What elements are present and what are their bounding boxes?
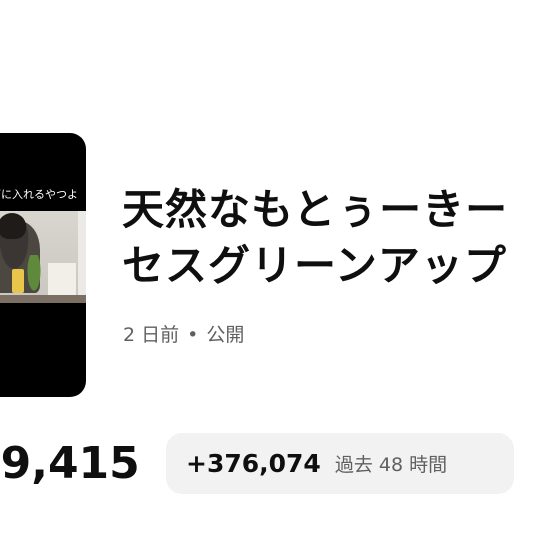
video-meta: 2 日前 • 公開 (123, 321, 244, 349)
video-title-line-2: セスグリーンアップ (122, 241, 507, 290)
upload-time: 2 日前 (123, 324, 180, 346)
view-count: 79,415 (0, 438, 140, 489)
recent-views-period: 過去 48 時間 (334, 454, 448, 476)
meta-separator: • (187, 324, 199, 346)
recent-views-chip: +376,074 過去 48 時間 (166, 433, 514, 494)
thumbnail-caption: ダに入れるやつよ (0, 188, 78, 201)
video-title: 天然なもとぅーきー セスグリーンアップ (122, 182, 560, 294)
video-stats-screen: ダに入れるやつよ 天然なもとぅーきー セスグリーンアップ 2 日前 • 公開 79,… (0, 0, 560, 560)
video-title-line-1: 天然なもとぅーきー (122, 185, 509, 234)
video-thumbnail[interactable]: ダに入れるやつよ (0, 133, 86, 397)
thumbnail-image (0, 211, 86, 397)
recent-views-delta: +376,074 (186, 449, 321, 478)
visibility-status: 公開 (206, 324, 245, 346)
